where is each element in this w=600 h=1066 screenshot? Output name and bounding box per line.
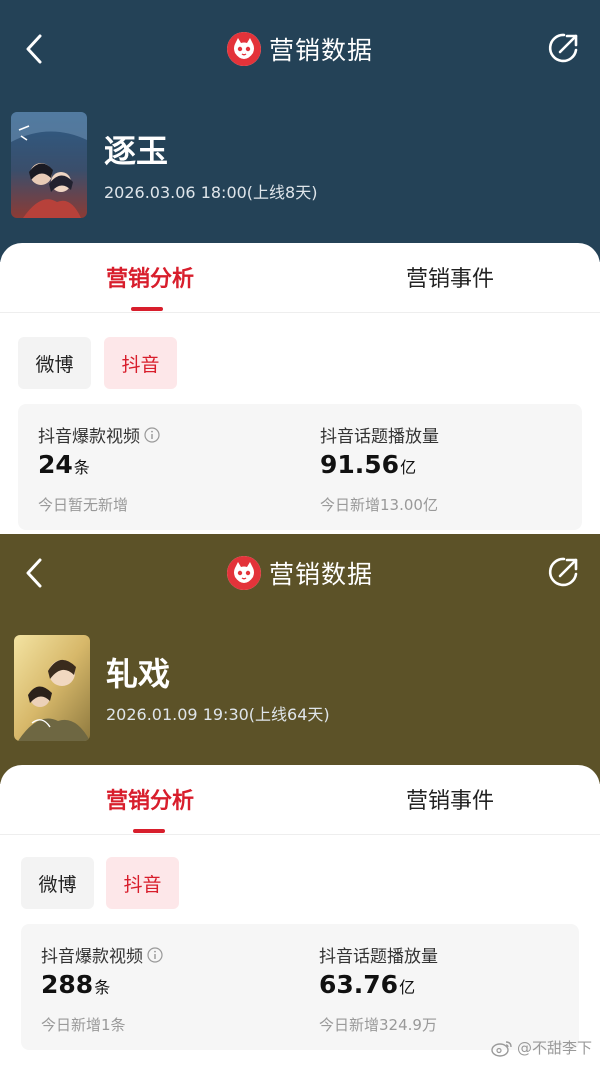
tab-marketing-analysis[interactable]: 营销分析 bbox=[0, 783, 300, 815]
stat-daily-change: 今日新增1条 bbox=[41, 1016, 126, 1034]
stat-daily-change: 今日新增13.00亿 bbox=[320, 496, 438, 514]
stat-daily-change: 今日暂无新增 bbox=[38, 496, 129, 514]
release-date: 2026.03.06 18:00(上线8天) bbox=[104, 183, 318, 202]
stat-label: 抖音爆款视频 bbox=[41, 942, 163, 967]
stat-topic-plays: 抖音话题播放量 63.76亿 今日新增324.9万 bbox=[319, 924, 579, 1050]
tab-bar: 营销分析 营销事件 bbox=[0, 765, 600, 835]
platform-chip-weibo[interactable]: 微博 bbox=[18, 337, 91, 389]
stat-value: 288条 bbox=[41, 970, 111, 999]
stat-value: 63.76亿 bbox=[319, 970, 416, 999]
watermark-text: @不甜李下 bbox=[516, 1039, 592, 1057]
cat-logo-icon bbox=[226, 32, 261, 66]
screenshot-panel-2: 营销数据 轧戏 2026.01.09 19:30(上线64天) 营销分析 营销事… bbox=[0, 534, 600, 1066]
screenshot-panel-1: 营销数据 逐玉 2026.03.06 18:00(上线8天) 营销分析 营销事件… bbox=[0, 0, 600, 534]
tab-active-indicator bbox=[133, 829, 165, 833]
share-icon bbox=[548, 33, 578, 63]
weibo-icon bbox=[491, 1040, 512, 1057]
tab-active-indicator bbox=[131, 307, 163, 311]
movie-title: 逐玉 bbox=[104, 132, 169, 170]
tab-bar: 营销分析 营销事件 bbox=[0, 243, 600, 313]
nav-title-group: 营销数据 bbox=[0, 553, 600, 593]
info-icon[interactable] bbox=[147, 946, 163, 963]
watermark: @不甜李下 bbox=[491, 1037, 592, 1058]
nav-bar: 营销数据 bbox=[0, 548, 600, 598]
nav-bar: 营销数据 bbox=[0, 24, 600, 74]
tab-marketing-analysis[interactable]: 营销分析 bbox=[0, 261, 300, 293]
platform-chip-weibo[interactable]: 微博 bbox=[21, 857, 94, 909]
stat-value: 24条 bbox=[38, 450, 90, 479]
movie-poster[interactable] bbox=[11, 112, 87, 218]
stat-viral-videos: 抖音爆款视频 24条 今日暂无新增 bbox=[38, 404, 298, 530]
stat-label: 抖音爆款视频 bbox=[38, 422, 160, 447]
stat-viral-videos: 抖音爆款视频 288条 今日新增1条 bbox=[41, 924, 301, 1050]
page-title: 营销数据 bbox=[268, 560, 373, 589]
stat-topic-plays: 抖音话题播放量 91.56亿 今日新增13.00亿 bbox=[320, 404, 580, 530]
stats-box: 抖音爆款视频 288条 今日新增1条 抖音话题播放量 63.76亿 今日新增32… bbox=[21, 924, 579, 1050]
tab-marketing-events[interactable]: 营销事件 bbox=[300, 783, 600, 815]
movie-title: 轧戏 bbox=[106, 655, 171, 693]
analysis-card: 营销分析 营销事件 微博 抖音 抖音爆款视频 288条 今日新增1条 抖音话题播… bbox=[0, 765, 600, 1066]
platform-chip-douyin[interactable]: 抖音 bbox=[104, 337, 177, 389]
share-icon bbox=[548, 557, 578, 587]
page-title: 营销数据 bbox=[268, 36, 373, 65]
release-date: 2026.01.09 19:30(上线64天) bbox=[106, 705, 330, 724]
tab-marketing-events[interactable]: 营销事件 bbox=[300, 261, 600, 293]
stats-box: 抖音爆款视频 24条 今日暂无新增 抖音话题播放量 91.56亿 今日新增13.… bbox=[18, 404, 582, 530]
platform-chip-douyin[interactable]: 抖音 bbox=[106, 857, 179, 909]
info-icon[interactable] bbox=[144, 426, 160, 443]
cat-logo-icon bbox=[226, 556, 261, 590]
share-button[interactable] bbox=[546, 30, 582, 66]
analysis-card: 营销分析 营销事件 微博 抖音 抖音爆款视频 24条 今日暂无新增 抖音话题播放… bbox=[0, 243, 600, 534]
stat-label: 抖音话题播放量 bbox=[319, 947, 438, 967]
movie-poster[interactable] bbox=[14, 635, 90, 741]
stat-label: 抖音话题播放量 bbox=[320, 427, 439, 447]
nav-title-group: 营销数据 bbox=[0, 29, 600, 69]
stat-daily-change: 今日新增324.9万 bbox=[319, 1016, 437, 1034]
stat-value: 91.56亿 bbox=[320, 450, 417, 479]
share-button[interactable] bbox=[546, 554, 582, 590]
